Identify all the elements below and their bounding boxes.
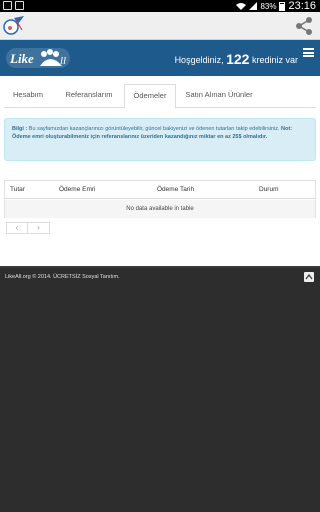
table-header: Tutar Ödeme Emri Ödeme Tarih Durum [5,181,315,199]
info-alert: Bilgi : Bu sayfamızdan kazançlarınızı gö… [4,118,316,161]
payments-table: Tutar Ödeme Emri Ödeme Tarih Durum No da… [4,180,316,218]
chevron-up-icon[interactable] [304,272,314,282]
welcome-message: Hoşgeldiniz, 122 krediniz var [175,51,298,67]
svg-text:Like: Like [9,51,34,66]
pagination: ‹ › [6,222,50,234]
svg-text:ll: ll [60,55,66,67]
column-header-odeme-emri[interactable]: Ödeme Emri [59,186,95,193]
alert-text: Bu sayfamızdan kazançlarınızı görüntüley… [27,126,280,132]
tab-satin-alinan-urunler[interactable]: Satın Alınan Ürünler [176,84,262,108]
column-header-odeme-tarih[interactable]: Ödeme Tarih [157,186,194,193]
next-page-button[interactable]: › [28,222,50,234]
alert-title: Bilgi : [12,126,28,132]
notification-icon [3,1,12,10]
signal-icon [249,2,258,10]
welcome-suffix: krediniz var [251,55,298,65]
battery-percent: 83% [260,1,277,11]
notification-icon [15,1,24,10]
column-header-tutar[interactable]: Tutar [10,186,25,193]
likeall-logo[interactable]: Like ll [6,46,70,70]
share-icon[interactable] [294,16,314,36]
table-empty-message: No data available in table [5,200,315,218]
tab-hesabim[interactable]: Hesabım [4,84,52,108]
tab-referanslarim[interactable]: Referanslarım [56,84,122,108]
footer-copyright: LikeAll.org © 2014. ÜCRETSİZ Sosyal Tanı… [5,274,120,280]
site-header: Like ll Hoşgeldiniz, 122 krediniz var [0,40,320,76]
column-header-durum[interactable]: Durum [259,186,279,193]
notification-icons [3,1,24,10]
battery-icon [279,1,286,11]
status-bar: 83% 23:16 [0,0,320,12]
tab-odemeler[interactable]: Ödemeler [124,84,176,109]
welcome-prefix: Hoşgeldiniz, [174,55,224,65]
app-action-bar [0,12,320,40]
site-footer: LikeAll.org © 2014. ÜCRETSİZ Sosyal Tanı… [0,266,320,512]
credit-count: 122 [226,51,250,67]
account-tabs: Hesabım Referanslarım Ödemeler Satın Alı… [4,84,316,109]
main-content: Hesabım Referanslarım Ödemeler Satın Alı… [0,76,320,266]
clock: 23:16 [288,0,316,12]
prev-page-button[interactable]: ‹ [6,222,28,234]
wifi-icon [236,3,247,10]
hamburger-menu-icon[interactable] [303,48,314,57]
likeall-app-icon[interactable] [2,14,26,38]
status-right: 83% 23:16 [236,0,316,12]
